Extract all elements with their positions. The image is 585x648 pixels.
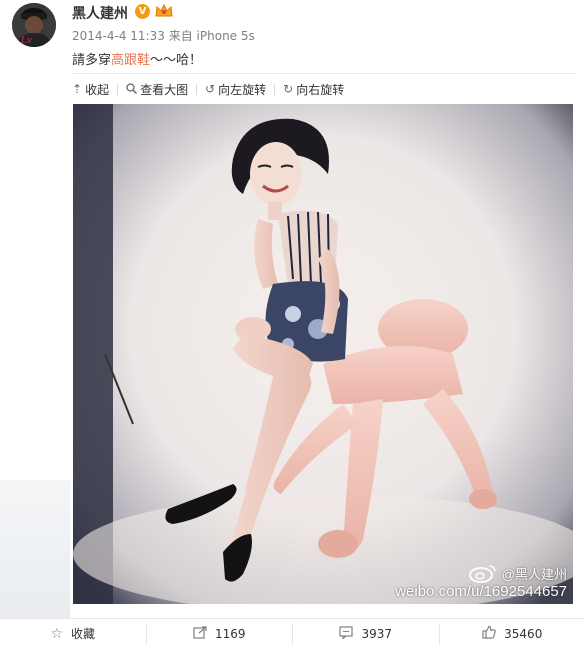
- post-source[interactable]: iPhone 5s: [197, 29, 255, 43]
- post-text-before: 請多穿: [72, 53, 112, 68]
- image-toolbar: ⇡ 收起 查看大图 ↺ 向左旋转 ↻ 向右旋转: [72, 80, 344, 98]
- magnifier-icon: [126, 82, 138, 96]
- source-prefix: 来自: [168, 29, 193, 43]
- action-bar: ☆ 收藏 1169 3937 35460: [0, 618, 585, 648]
- repost-button[interactable]: 1169: [147, 619, 293, 648]
- favorite-button[interactable]: ☆ 收藏: [0, 619, 146, 648]
- user-name[interactable]: 黑人建州: [72, 3, 128, 23]
- rotate-right-button[interactable]: ↻ 向右旋转: [283, 81, 344, 98]
- member-crown-icon[interactable]: [154, 3, 174, 19]
- rotate-right-icon: ↻: [283, 82, 294, 96]
- toolbar-divider: [274, 83, 276, 95]
- watermark-url: weibo.com/u/1692544657: [395, 583, 567, 600]
- view-large-label: 查看大图: [140, 82, 189, 97]
- post-text-after: ～～哈！: [150, 53, 203, 68]
- background-ghost-panel: [0, 480, 70, 620]
- comment-count: 3937: [361, 626, 393, 641]
- rotate-left-button[interactable]: ↺ 向左旋转: [205, 81, 266, 98]
- post-text: 請多穿高跟鞋～～哈！: [72, 49, 202, 68]
- topic-link[interactable]: 高跟鞋: [111, 53, 150, 68]
- toolbar-divider: [117, 83, 119, 95]
- svg-text:Lv: Lv: [20, 36, 32, 46]
- repost-count: 1169: [214, 626, 246, 641]
- favorite-label: 收藏: [71, 627, 96, 641]
- like-count: 35460: [504, 626, 543, 641]
- star-icon: ☆: [50, 625, 64, 642]
- weibo-logo-icon: [468, 563, 498, 583]
- thumbs-up-icon: [482, 625, 496, 642]
- toolbar-divider: [196, 83, 198, 95]
- view-large-button[interactable]: 查看大图: [126, 81, 188, 98]
- weibo-post: Lv 黑人建州 V 2014-4-4 11:33 来自 iPhone 5s 請多…: [0, 0, 585, 648]
- post-time[interactable]: 2014-4-4 11:33: [72, 29, 165, 43]
- watermark-user: @黑人建州: [501, 566, 567, 582]
- collapse-label: 收起: [85, 82, 110, 97]
- comment-button[interactable]: 3937: [293, 619, 439, 648]
- watermark-user-line: @黑人建州: [395, 563, 567, 583]
- post-photo[interactable]: @黑人建州 weibo.com/u/1692544657: [73, 104, 573, 604]
- rotate-left-label: 向左旋转: [218, 82, 267, 97]
- verified-badge-icon[interactable]: V: [135, 4, 150, 19]
- image-watermark: @黑人建州 weibo.com/u/1692544657: [395, 563, 567, 600]
- post-meta: 2014-4-4 11:33 来自 iPhone 5s: [72, 27, 255, 44]
- rotate-left-icon: ↺: [205, 82, 216, 96]
- like-button[interactable]: 35460: [440, 619, 585, 648]
- divider: [72, 73, 577, 74]
- collapse-up-icon: ⇡: [72, 82, 83, 96]
- rotate-right-label: 向右旋转: [296, 82, 345, 97]
- avatar[interactable]: Lv: [12, 3, 56, 47]
- comment-icon: [339, 625, 354, 642]
- collapse-button[interactable]: ⇡ 收起: [72, 81, 109, 98]
- repost-icon: [193, 625, 207, 642]
